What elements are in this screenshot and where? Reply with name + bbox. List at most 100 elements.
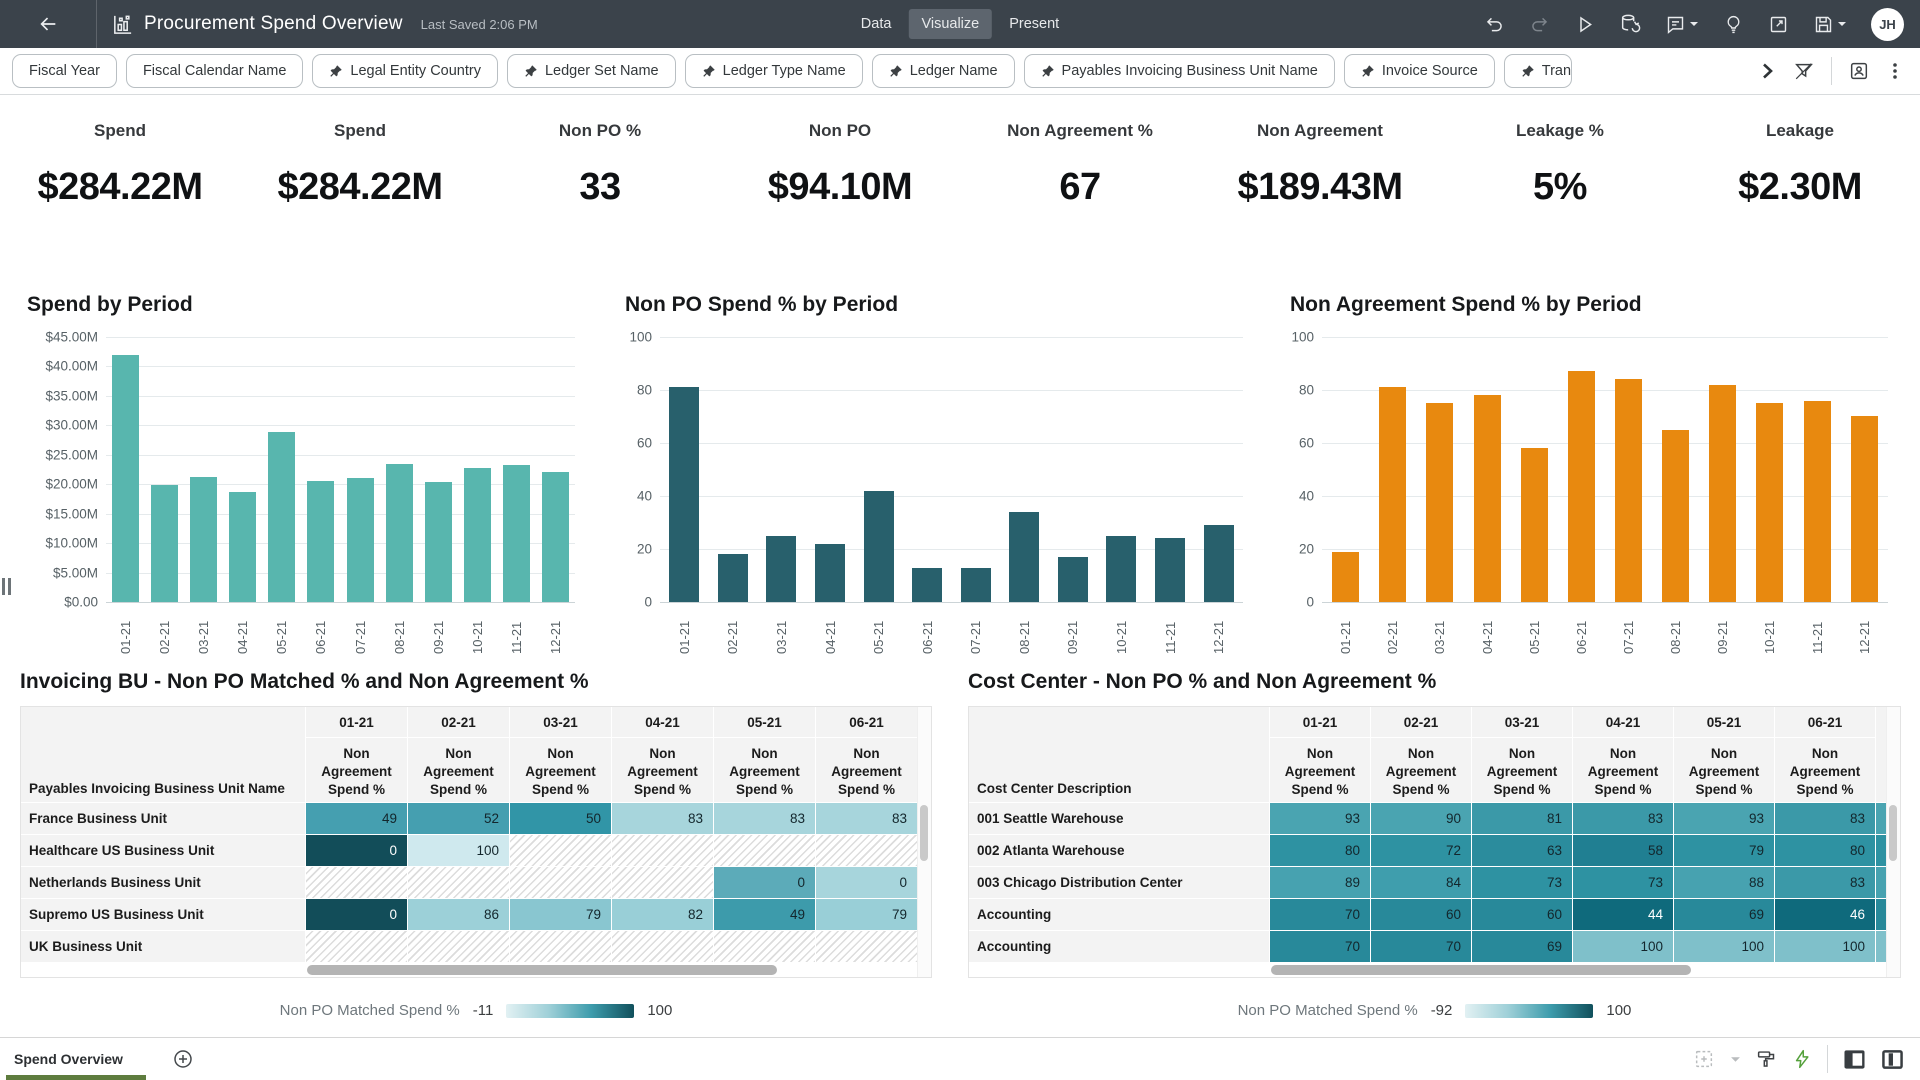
cell-01-21[interactable]: 80 [1270,835,1370,866]
tab-present[interactable]: Present [996,9,1072,39]
cell-01-21[interactable] [306,931,407,962]
cell-04-21[interactable]: 58 [1573,835,1673,866]
table-horizontal-scrollbar[interactable] [21,964,917,977]
cell-02-21[interactable]: 52 [408,803,509,834]
cell-clipped[interactable] [1876,803,1886,834]
cell-01-21[interactable] [306,867,407,898]
cell-03-21[interactable] [510,867,611,898]
auto-insights-button[interactable] [1792,1049,1812,1069]
redo-button[interactable] [1529,14,1550,35]
cell-05-21[interactable]: 83 [714,803,815,834]
bar-06-21[interactable] [912,568,942,602]
kpi-tile-non-agreement[interactable]: Non Agreement %67 [960,121,1200,253]
cell-04-21[interactable] [612,931,713,962]
cell-clipped[interactable] [1876,867,1886,898]
kpi-tile-leakage[interactable]: Leakage %5% [1440,121,1680,253]
cell-01-21[interactable]: 0 [306,899,407,930]
cell-01-21[interactable]: 93 [1270,803,1370,834]
canvas-style-button[interactable] [1756,1049,1777,1070]
cell-05-21[interactable] [714,931,815,962]
cell-04-21[interactable] [612,835,713,866]
bar-06-21[interactable] [307,481,334,602]
bar-01-21[interactable] [112,355,139,602]
kpi-tile-non-po[interactable]: Non PO$94.10M [720,121,960,253]
cell-03-21[interactable]: 50 [510,803,611,834]
cell-04-21[interactable]: 83 [1573,803,1673,834]
cell-02-21[interactable]: 90 [1371,803,1471,834]
bar-02-21[interactable] [151,485,178,602]
cell-06-21[interactable]: 79 [816,899,917,930]
cell-05-21[interactable] [714,835,815,866]
cell-01-21[interactable]: 70 [1270,931,1370,962]
tab-visualize[interactable]: Visualize [908,9,992,39]
filter-chip-ledger-set-name[interactable]: Ledger Set Name [507,54,676,88]
table-horizontal-scrollbar[interactable] [969,964,1886,977]
cell-05-21[interactable]: 100 [1674,931,1774,962]
bar-07-21[interactable] [1615,379,1642,602]
add-canvas-button[interactable] [173,1049,193,1069]
cell-02-21[interactable]: 70 [1371,931,1471,962]
filters-scroll-right-button[interactable] [1757,61,1777,81]
cell-04-21[interactable]: 83 [612,803,713,834]
bar-02-21[interactable] [1379,387,1406,602]
back-button[interactable] [0,0,97,48]
cell-04-21[interactable] [612,867,713,898]
filter-chip-fiscal-year[interactable]: Fiscal Year [12,54,117,88]
cell-06-21[interactable]: 46 [1775,899,1875,930]
bar-11-21[interactable] [1155,538,1185,602]
cell-clipped[interactable] [1876,931,1886,962]
filter-chip-legal-entity-country[interactable]: Legal Entity Country [312,54,498,88]
cell-06-21[interactable]: 83 [1775,803,1875,834]
filter-chip-payables-invoicing-business-unit-name[interactable]: Payables Invoicing Business Unit Name [1024,54,1335,88]
comments-button[interactable] [1665,14,1699,35]
canvas-insights-button[interactable] [1848,60,1870,82]
cell-02-21[interactable]: 84 [1371,867,1471,898]
cell-06-21[interactable]: 100 [1775,931,1875,962]
bar-05-21[interactable] [1521,448,1548,602]
scrollbar-thumb[interactable] [1271,965,1691,975]
cell-03-21[interactable] [510,931,611,962]
bar-09-21[interactable] [425,482,452,602]
cell-01-21[interactable]: 49 [306,803,407,834]
cell-03-21[interactable]: 63 [1472,835,1572,866]
bar-10-21[interactable] [464,468,491,602]
bar-10-21[interactable] [1756,403,1783,602]
kpi-tile-non-po[interactable]: Non PO %33 [480,121,720,253]
bar-12-21[interactable] [1204,525,1234,602]
cell-02-21[interactable]: 60 [1371,899,1471,930]
scrollbar-thumb[interactable] [1889,805,1897,861]
export-button[interactable] [1768,14,1789,35]
cell-05-21[interactable]: 93 [1674,803,1774,834]
kpi-tile-spend[interactable]: Spend$284.22M [0,121,240,253]
panel-left-toggle-button[interactable] [1843,1049,1866,1070]
cell-01-21[interactable]: 89 [1270,867,1370,898]
cell-06-21[interactable] [816,835,917,866]
cell-03-21[interactable]: 81 [1472,803,1572,834]
kpi-tile-non-agreement[interactable]: Non Agreement$189.43M [1200,121,1440,253]
bar-11-21[interactable] [503,465,530,602]
cell-03-21[interactable] [510,835,611,866]
cell-06-21[interactable] [816,931,917,962]
cell-04-21[interactable]: 82 [612,899,713,930]
filter-chip-fiscal-calendar-name[interactable]: Fiscal Calendar Name [126,54,303,88]
canvas-resize-handle[interactable] [2,578,11,595]
bar-06-21[interactable] [1568,371,1595,602]
cell-05-21[interactable]: 49 [714,899,815,930]
menu-button[interactable] [1886,61,1904,81]
cell-06-21[interactable]: 0 [816,867,917,898]
cell-06-21[interactable]: 83 [1775,867,1875,898]
refresh-data-button[interactable] [1619,13,1641,35]
cell-01-21[interactable]: 0 [306,835,407,866]
cell-04-21[interactable]: 44 [1573,899,1673,930]
bar-08-21[interactable] [386,464,413,602]
cell-01-21[interactable]: 70 [1270,899,1370,930]
bar-07-21[interactable] [961,568,991,602]
bar-05-21[interactable] [268,432,295,602]
filter-bar-toggle-button[interactable] [1793,60,1815,82]
kpi-tile-spend[interactable]: Spend$284.22M [240,121,480,253]
bar-03-21[interactable] [766,536,796,602]
tab-data[interactable]: Data [848,9,905,39]
cell-06-21[interactable]: 83 [816,803,917,834]
bar-10-21[interactable] [1106,536,1136,602]
filter-chip-ledger-type-name[interactable]: Ledger Type Name [685,54,863,88]
